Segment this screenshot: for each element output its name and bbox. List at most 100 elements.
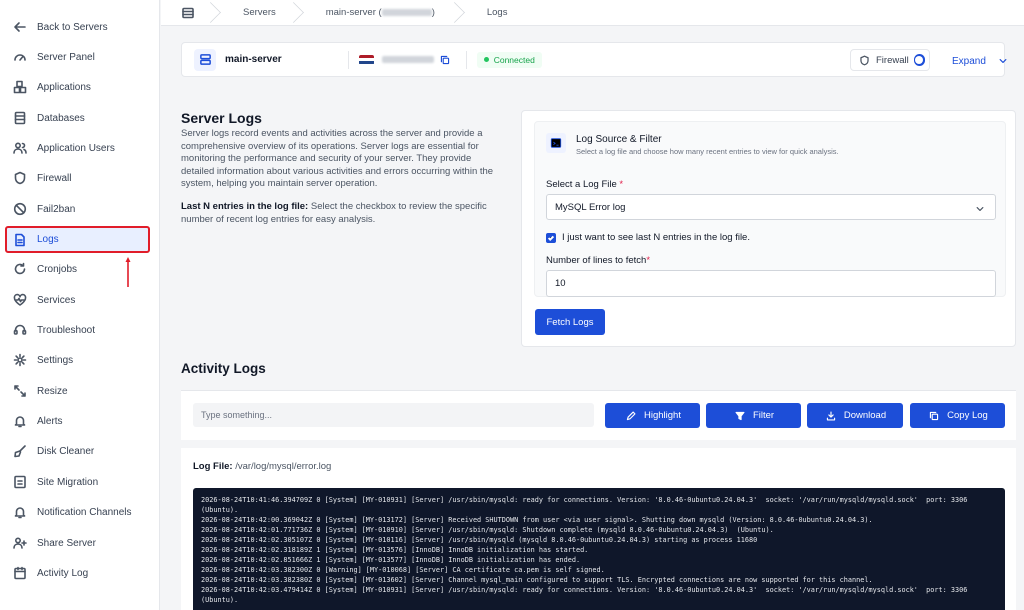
sidebar-item-share-server[interactable]: Share Server: [4, 530, 152, 556]
log-file-select[interactable]: MySQL Error log: [546, 194, 996, 220]
firewall-toggle[interactable]: Firewall: [850, 49, 930, 71]
firewall-label: Firewall: [876, 54, 909, 66]
sidebar-item-resize[interactable]: Resize: [4, 378, 152, 404]
sidebar-item-fail2ban[interactable]: Fail2ban: [4, 196, 152, 222]
firewall-switch[interactable]: [913, 54, 925, 66]
checkbox-checked-icon[interactable]: [546, 232, 556, 243]
highlight-label: Highlight: [644, 410, 681, 421]
gear-icon: [13, 353, 27, 367]
sidebar-item-label: Disk Cleaner: [37, 445, 95, 457]
breadcrumb-logs: Logs: [486, 7, 508, 18]
funnel-icon: [733, 409, 747, 423]
breadcrumb-server[interactable]: main-server (): [300, 0, 461, 26]
sidebar-item-troubleshoot[interactable]: Troubleshoot: [4, 317, 152, 343]
lastn-bold: Last N entries in the log file:: [181, 201, 309, 212]
sidebar-item-firewall[interactable]: Firewall: [4, 165, 152, 191]
sidebar-item-label: Cronjobs: [37, 263, 78, 275]
log-line: 2026-08-24T10:42:02.305107Z 0 [System] […: [201, 536, 758, 545]
pencil-icon: [624, 409, 638, 423]
log-file-value: MySQL Error log: [555, 201, 626, 213]
lines-label-text: Number of lines to fetch: [546, 255, 647, 266]
required-marker: *: [646, 255, 651, 266]
divider: [465, 50, 467, 69]
heart-pulse-icon: [13, 293, 27, 307]
activity-toolbar: Highlight Filter Download Copy Log: [181, 390, 1016, 440]
filter-label: Filter: [752, 410, 775, 421]
sidebar-item-application-users[interactable]: Application Users: [4, 135, 152, 161]
log-line: (Ubuntu).: [201, 506, 239, 515]
copy-icon[interactable]: [438, 53, 452, 67]
log-file-path: Log File: /var/log/mysql/error.log: [193, 461, 331, 472]
log-line: 2026-08-24T10:42:00.369042Z 0 [System] […: [201, 516, 873, 525]
log-line: 2026-08-24T10:42:02.851666Z 1 [System] […: [201, 556, 581, 565]
divider: [347, 50, 349, 69]
sidebar-item-alerts[interactable]: Alerts: [4, 408, 152, 434]
sidebar-item-label: Notification Channels: [37, 506, 132, 518]
log-terminal[interactable]: 2026-08-24T10:41:46.394709Z 0 [System] […: [193, 488, 1005, 610]
sidebar-item-label: Resize: [37, 385, 68, 397]
calendar-icon: [13, 566, 27, 580]
terminal-icon: [546, 133, 566, 153]
headset-icon: [13, 323, 27, 337]
sidebar-item-label: Settings: [37, 354, 74, 366]
status-badge: Connected: [476, 51, 542, 68]
last-n-checkbox[interactable]: I just want to see last N entries in the…: [546, 232, 750, 243]
log-output-card: Log File: /var/log/mysql/error.log 2026-…: [181, 448, 1016, 610]
download-button[interactable]: Download: [807, 403, 903, 428]
cubes-icon: [13, 80, 27, 94]
database-icon: [13, 111, 27, 125]
sidebar-item-label: Site Migration: [37, 476, 99, 488]
sidebar-item-label: Activity Log: [37, 567, 89, 579]
chevron-down-icon: [996, 54, 1010, 68]
sidebar-item-label: Back to Servers: [37, 21, 108, 33]
copy-log-label: Copy Log: [947, 410, 988, 421]
sidebar-item-applications[interactable]: Applications: [4, 74, 152, 100]
server-card: main-server Connected Firewall Expand: [181, 42, 1007, 77]
migration-icon: [13, 475, 27, 489]
share-icon: [13, 536, 27, 550]
sidebar-item-label: Applications: [37, 81, 91, 93]
log-file-label-text: Select a Log File: [546, 179, 617, 190]
sidebar-item-settings[interactable]: Settings: [4, 347, 152, 373]
sidebar-item-label: Firewall: [37, 172, 72, 184]
sidebar-item-disk-cleaner[interactable]: Disk Cleaner: [4, 438, 152, 464]
page-description: Server logs record events and activities…: [181, 128, 494, 190]
download-icon: [824, 409, 838, 423]
filter-title: Log Source & Filter: [576, 134, 662, 145]
sidebar-item-databases[interactable]: Databases: [4, 105, 152, 131]
sidebar-item-label: Logs: [37, 234, 59, 245]
sidebar-item-label: Server Panel: [37, 51, 95, 63]
log-search-input[interactable]: [193, 403, 594, 427]
breadcrumb-servers[interactable]: Servers: [217, 0, 300, 26]
log-line: 2026-08-24T10:41:46.394709Z 0 [System] […: [201, 496, 968, 504]
fetch-logs-button[interactable]: Fetch Logs: [535, 309, 605, 335]
breadcrumb-home[interactable]: [161, 0, 217, 26]
log-line: 2026-08-24T10:42:03.382380Z 0 [System] […: [201, 576, 873, 585]
sidebar-item-logs[interactable]: Logs: [5, 226, 150, 253]
status-dot: [483, 57, 489, 62]
bell-icon: [13, 414, 27, 428]
sidebar-item-notification-channels[interactable]: Notification Channels: [4, 499, 152, 525]
highlight-button[interactable]: Highlight: [605, 403, 700, 428]
lines-input[interactable]: 10: [546, 270, 996, 297]
sidebar-item-activity-log[interactable]: Activity Log: [4, 560, 152, 586]
breadcrumb-server-name: main-server (: [325, 7, 382, 18]
sidebar-item-services[interactable]: Services: [4, 287, 152, 313]
log-line: 2026-08-24T10:42:03.479414Z 0 [System] […: [201, 586, 968, 595]
expand-button[interactable]: Expand: [952, 54, 1010, 68]
log-line: 2026-08-24T10:42:01.771736Z 0 [System] […: [201, 526, 774, 535]
copy-log-button[interactable]: Copy Log: [910, 403, 1005, 428]
breadcrumb: Servers main-server () Logs: [161, 0, 1024, 26]
copy-icon: [927, 409, 941, 423]
filter-button[interactable]: Filter: [706, 403, 801, 428]
sidebar-item-label: Application Users: [37, 142, 115, 154]
log-file-path-value: /var/log/mysql/error.log: [235, 461, 332, 472]
users-icon: [13, 141, 27, 155]
sidebar-item-back-to-servers[interactable]: Back to Servers: [4, 14, 152, 40]
required-marker: *: [619, 179, 624, 190]
resize-icon: [13, 384, 27, 398]
page-title: Server Logs: [181, 110, 262, 126]
sidebar-item-site-migration[interactable]: Site Migration: [4, 469, 152, 495]
sidebar-item-server-panel[interactable]: Server Panel: [4, 44, 152, 70]
activity-logs-title: Activity Logs: [181, 361, 266, 376]
